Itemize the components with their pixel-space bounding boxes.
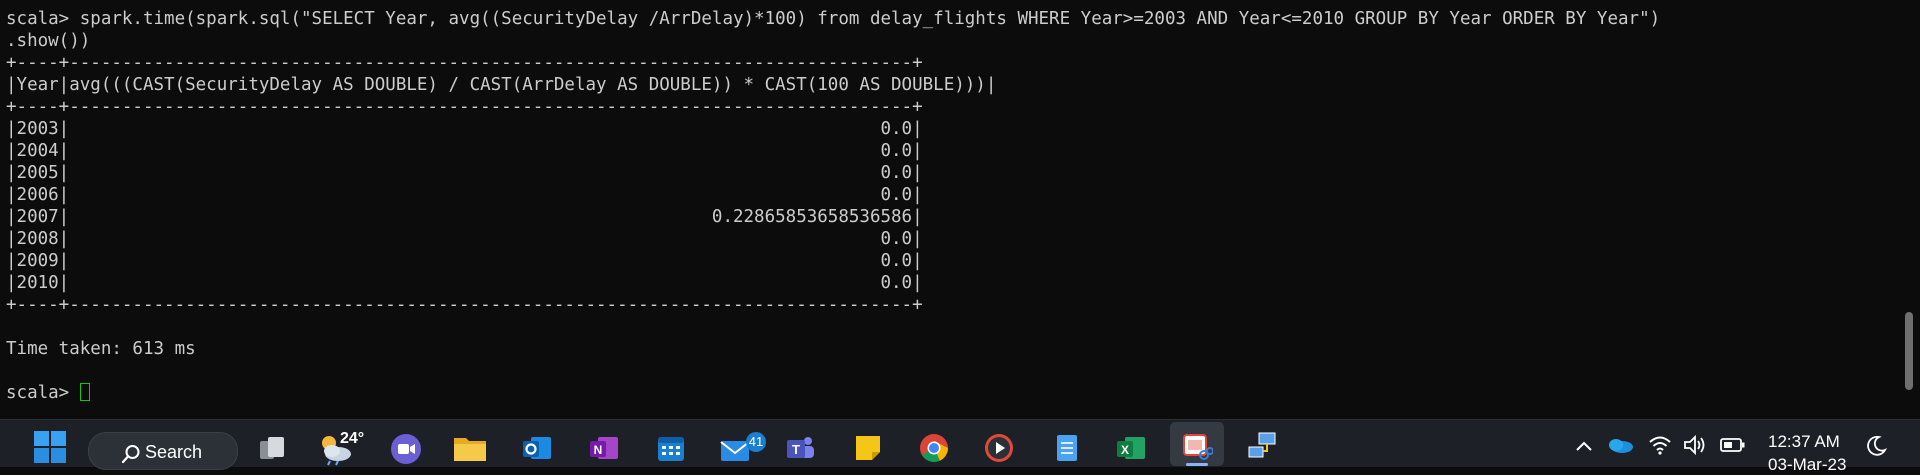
terminal-line: +----+----------------------------------… [6,97,923,117]
windows-start-icon[interactable] [32,429,68,465]
terminal-line: |2003| 0.0| [6,119,923,139]
excel-icon[interactable]: X [1115,432,1147,464]
terminal-line: |2010| 0.0| [6,273,923,293]
teams-icon[interactable]: T [784,432,816,464]
meet-icon[interactable] [390,433,422,465]
network-app-icon[interactable] [1247,430,1279,462]
file-explorer-icon[interactable] [452,432,488,464]
terminal-line: |Year|avg(((CAST(SecurityDelay AS DOUBLE… [6,75,997,95]
weather-temperature: 24° [340,430,365,447]
terminal-line: +----+----------------------------------… [6,53,923,73]
svg-text:T: T [792,442,800,457]
terminal-line: |2008| 0.0| [6,229,923,249]
outlook-icon[interactable] [521,432,553,464]
svg-text:N: N [594,443,603,457]
battery-icon[interactable] [1720,436,1746,454]
scrollbar-thumb[interactable] [1905,312,1913,390]
clock-time[interactable]: 12:37 AM [1768,432,1840,452]
taskbar-search-button[interactable]: Search [88,432,238,470]
terminal-line: |2006| 0.0| [6,185,923,205]
calendar-icon[interactable] [655,432,687,464]
chevron-up-icon[interactable] [1574,438,1594,454]
snipping-tool-icon[interactable] [1181,430,1213,462]
terminal-cursor [79,383,90,401]
sticky-notes-icon[interactable] [852,432,884,464]
task-view-icon[interactable] [256,432,288,464]
media-player-icon[interactable] [983,432,1015,464]
search-icon [121,445,140,464]
terminal-scrollbar[interactable] [1897,0,1920,419]
svg-text:X: X [1121,443,1129,457]
terminal-line: |2007| 0.22865853658536586| [6,207,923,227]
terminal-prompt-line[interactable]: scala> [6,382,1660,404]
terminal-line: scala> spark.time(spark.sql("SELECT Year… [6,9,1661,29]
taskbar: Search 24° N 41 T X 12:37 AM 03-Mar-23 [0,419,1920,474]
volume-icon[interactable] [1683,434,1707,456]
terminal-line: |2005| 0.0| [6,163,923,183]
onenote-icon[interactable]: N [588,432,620,464]
onedrive-icon[interactable] [1606,435,1634,455]
mail-unread-badge: 41 [746,432,766,452]
terminal-prompt: scala> [6,383,80,403]
moon-icon[interactable] [1864,434,1888,458]
chrome-icon[interactable] [918,432,950,464]
terminal-line: |2009| 0.0| [6,251,923,271]
terminal-line: Time taken: 613 ms [6,339,196,359]
search-label: Search [145,442,203,462]
terminal-line: +----+----------------------------------… [6,295,923,315]
notepad-icon[interactable] [1051,432,1083,464]
wifi-icon[interactable] [1648,434,1672,456]
terminal-window[interactable]: scala> spark.time(spark.sql("SELECT Year… [0,0,1897,419]
terminal-line: .show()) [6,31,91,51]
terminal-line: |2004| 0.0| [6,141,923,161]
terminal-output: scala> spark.time(spark.sql("SELECT Year… [6,8,1660,404]
clock-date[interactable]: 03-Mar-23 [1768,455,1846,475]
